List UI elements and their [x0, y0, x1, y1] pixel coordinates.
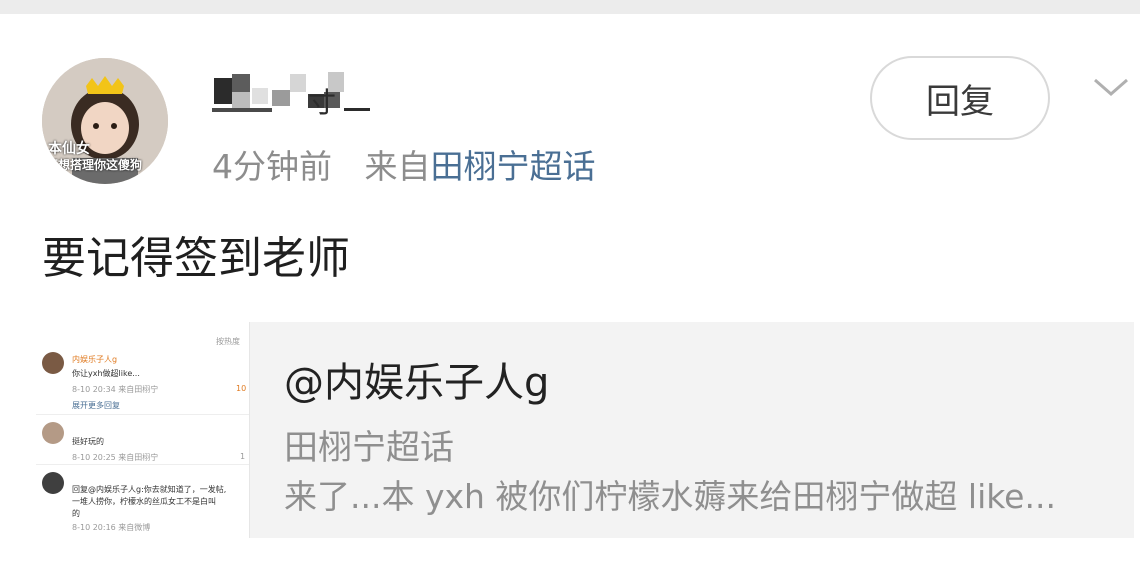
reply-button[interactable]: 回复: [870, 56, 1050, 140]
thumb-avatar-2: [42, 422, 64, 444]
quoted-post-card[interactable]: 按热度 内娱乐子人g 你让yxh做超like... 8-10 20:34 来自田…: [36, 322, 1134, 538]
quoted-post-author[interactable]: @内娱乐子人g: [284, 350, 549, 408]
status-bar: [0, 0, 1140, 14]
username-censored[interactable]: 寸: [212, 70, 392, 120]
thumb-comment-3-line2: 一堆人捞你，柠檬水的丝瓜女工不是白叫: [72, 497, 216, 506]
chevron-down-icon[interactable]: [1092, 72, 1130, 102]
avatar-caption-line1: 本仙女: [48, 141, 90, 157]
thumb-comment-1-name: 内娱乐子人g: [72, 355, 118, 364]
thumb-divider: [36, 414, 249, 415]
pixelated-username: 寸: [212, 72, 370, 119]
source-prefix: 来自: [364, 147, 431, 186]
thumb-comment-1-likes: 10: [236, 384, 247, 393]
quoted-post-topic: 田栩宁超话: [284, 428, 454, 468]
post-content: 要记得签到老师: [42, 233, 350, 284]
avatar-caption-line2: 不想搭理你这傻狗: [46, 158, 143, 172]
avatar[interactable]: 本仙女 不想搭理你这傻狗: [42, 58, 168, 184]
quoted-post-thumbnail: 按热度 内娱乐子人g 你让yxh做超like... 8-10 20:34 来自田…: [36, 322, 250, 538]
thumb-comment-1-meta: 8-10 20:34 来自田栩宁: [72, 385, 159, 394]
thumb-avatar-1: [42, 352, 64, 374]
thumb-comment-3-meta: 8-10 20:16 来自微博: [72, 523, 151, 532]
thumb-comment-2-meta: 8-10 20:25 来自田栩宁: [72, 453, 159, 462]
thumb-divider-2: [36, 464, 249, 465]
post-time: 4分钟前: [212, 147, 332, 186]
thumb-comment-3-line1: 回复@内娱乐子人g:你去就知道了，一发帖,: [72, 485, 227, 494]
post-meta: 4分钟前 来自田栩宁超话: [212, 140, 596, 188]
thumb-comment-2-text: 挺好玩的: [72, 437, 104, 446]
thumb-avatar-3: [42, 472, 64, 494]
thumb-comment-1-text: 你让yxh做超like...: [72, 369, 140, 378]
thumb-expand-replies: 展开更多回复: [72, 401, 120, 410]
reply-button-label: 回复: [926, 81, 994, 122]
thumb-comment-3-line3: 的: [72, 509, 80, 518]
quoted-post-excerpt: 来了...本 yxh 被你们柠檬水薅来给田栩宁做超 like...: [284, 477, 1056, 516]
source-topic-link[interactable]: 田栩宁超话: [431, 147, 596, 186]
thumb-sort-label: 按热度: [216, 337, 240, 346]
svg-text:寸: 寸: [308, 86, 336, 119]
thumb-comment-2-likes: 1: [240, 452, 246, 461]
